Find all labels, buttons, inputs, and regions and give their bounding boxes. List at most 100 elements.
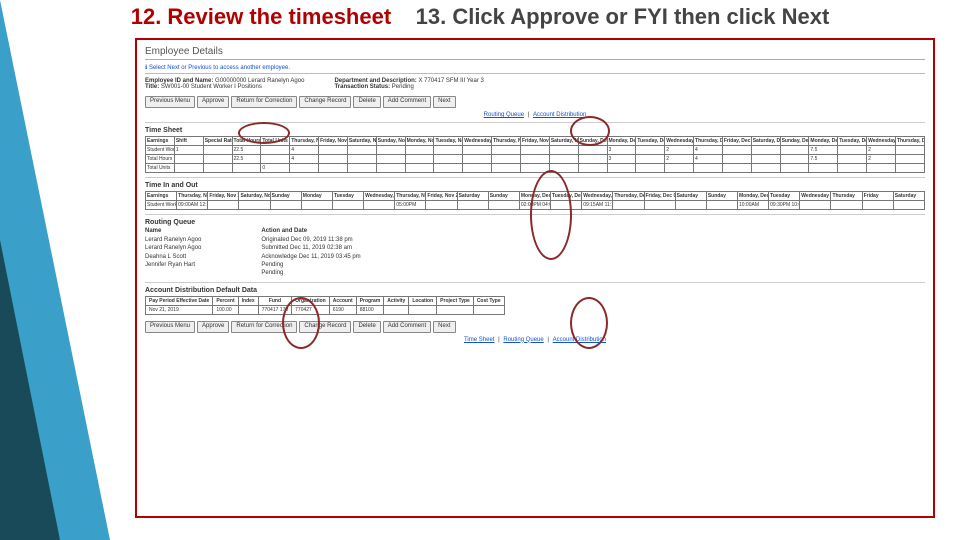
timesheet-table: EarningsShiftSpecial RateTotal Hours Tota…	[145, 136, 925, 173]
next-button[interactable]: Next	[433, 321, 455, 333]
info-banner: ℹ Select Next or Previous to access anot…	[145, 64, 925, 74]
col-header: Tuesday, Dec 03, 2019	[636, 136, 665, 145]
col-header: Friday, Dec 06, 2019	[722, 136, 751, 145]
change-record-button[interactable]: Change Record	[299, 96, 351, 108]
col-header: Wednesday, Nov 27, 2019	[463, 136, 492, 145]
approve-button[interactable]: Approve	[197, 96, 229, 108]
col-header: Saturday	[457, 191, 488, 200]
add-comment-button[interactable]: Add Comment	[383, 96, 431, 108]
change-record-button[interactable]: Change Record	[299, 321, 351, 333]
routing-action-header: Action and Date	[261, 228, 360, 234]
col-header: Monday, Dec 09, 2019	[809, 136, 838, 145]
col-header: Thursday, Nov 28, 2019	[395, 191, 426, 200]
return-for-correction-button[interactable]: Return for Correction	[231, 96, 297, 108]
col-header: Thursday, Dec 05, 2019	[694, 136, 723, 145]
routing-action: Originated Dec 09, 2019 11:38 pm	[261, 236, 360, 244]
col-header: Monday, Dec 02, 2019	[607, 136, 636, 145]
accent-triangle-dark	[0, 240, 60, 540]
col-header: Shift	[174, 136, 203, 145]
col-header: Tuesday, Dec 03, 2019	[551, 191, 582, 200]
routing-name: Jennifer Ryan Hart	[145, 261, 201, 269]
col-header: Sunday, Dec 08, 2019	[780, 136, 809, 145]
link-routing-queue[interactable]: Routing Queue	[484, 112, 524, 118]
routing-name: Lerard Ranelyn Agoo	[145, 244, 201, 252]
status-value: Pending	[392, 84, 414, 90]
emp-title-value: SW001-00 Student Worker I Positions	[161, 84, 262, 90]
col-header: Friday, Dec 06, 2019	[644, 191, 675, 200]
link-routing-queue-b[interactable]: Routing Queue	[503, 337, 543, 343]
col-header: Thursday, Nov 28, 2019	[492, 136, 521, 145]
delete-button[interactable]: Delete	[353, 321, 380, 333]
acct-dist-table: Pay Period Effective DatePercentIndexFun…	[145, 296, 505, 315]
col-header: Wednesday, Dec 04, 2019	[582, 191, 613, 200]
return-for-correction-button[interactable]: Return for Correction	[231, 321, 297, 333]
routing-action: Pending	[261, 261, 360, 269]
routing-action: Submitted Dec 11, 2019 02:38 am	[261, 244, 360, 252]
action-buttons-bottom: Previous MenuApproveReturn for Correctio…	[145, 321, 925, 333]
page-title: Employee Details	[145, 46, 925, 60]
timeinout-table: EarningsThursday, Nov 21, 2019Friday, No…	[145, 191, 925, 210]
add-comment-button[interactable]: Add Comment	[383, 321, 431, 333]
col-header: Thursday, Nov 21, 2019	[290, 136, 319, 145]
col-header: Sunday	[270, 191, 301, 200]
routing-name-header: Name	[145, 228, 201, 234]
col-header: Earnings	[146, 136, 175, 145]
col-header: Tuesday, Dec 10, 2019	[838, 136, 867, 145]
col-header: Sunday	[488, 191, 519, 200]
routing-action: Pending	[261, 269, 360, 277]
slide-title: 12. Review the timesheet 13. Click Appro…	[0, 4, 960, 30]
routing-queue-block: Name Lerard Ranelyn AgooLerard Ranelyn Ag…	[145, 228, 925, 278]
routing-action: Acknowledge Dec 11, 2019 03:45 pm	[261, 253, 360, 261]
col-header: Tuesday	[332, 191, 363, 200]
next-button[interactable]: Next	[433, 96, 455, 108]
table-row: Total Units0	[146, 163, 925, 172]
col-header: Friday, Nov 22, 2019	[319, 136, 348, 145]
table-row: Student Worker Pay122.543247.52	[146, 145, 925, 154]
timeinout-label: Time In and Out	[145, 182, 925, 189]
quick-links-bottom: Time Sheet | Routing Queue | Account Dis…	[145, 337, 925, 343]
col-header: Friday	[862, 191, 893, 200]
screenshot-frame: Employee Details ℹ Select Next or Previo…	[135, 38, 935, 518]
col-header: Wednesday	[800, 191, 831, 200]
emp-title-label: Title:	[145, 84, 159, 90]
link-account-distribution[interactable]: Account Distribution	[533, 112, 586, 118]
quick-links-top: Routing Queue | Account Distribution	[145, 112, 925, 118]
col-header: Friday, Nov 29, 2019	[520, 136, 549, 145]
col-header: Thursday, Dec 12, 2019	[895, 136, 924, 145]
col-header: Monday, Dec 02, 2019	[519, 191, 550, 200]
col-header: Friday, Nov 29, 2019	[426, 191, 457, 200]
delete-button[interactable]: Delete	[353, 96, 380, 108]
link-time-sheet[interactable]: Time Sheet	[464, 337, 494, 343]
timesheet-label: Time Sheet	[145, 127, 925, 134]
col-header: Special Rate	[203, 136, 232, 145]
acct-label: Account Distribution Default Data	[145, 287, 925, 294]
col-header: Sunday, Nov 24, 2019	[376, 136, 405, 145]
link-account-distribution-b[interactable]: Account Distribution	[553, 337, 606, 343]
col-header: Wednesday, Nov 27, 2019	[364, 191, 395, 200]
col-header: Saturday	[893, 191, 924, 200]
previous-menu-button[interactable]: Previous Menu	[145, 96, 195, 108]
col-header: Wednesday, Dec 11, 2019	[867, 136, 896, 145]
previous-menu-button[interactable]: Previous Menu	[145, 321, 195, 333]
status-label: Transaction Status:	[334, 84, 390, 90]
col-header: Monday, Nov 25, 2019	[405, 136, 434, 145]
step-13-title: 13. Click Approve or FYI then click Next	[416, 4, 830, 29]
routing-name: Lerard Ranelyn Agoo	[145, 236, 201, 244]
col-header: Saturday, Nov 30, 2019	[549, 136, 578, 145]
routing-name: Deahna L Scott	[145, 253, 201, 261]
table-row: Total Hours22.543247.52	[146, 154, 925, 163]
col-header: Monday, Dec 09, 2019	[737, 191, 768, 200]
col-header: Saturday, Dec 07, 2019	[751, 136, 780, 145]
employee-info: Employee ID and Name: G00000000 Lerard R…	[145, 78, 925, 90]
col-header: Saturday	[675, 191, 706, 200]
step-12-title: 12. Review the timesheet	[131, 4, 391, 29]
col-header: Thursday, Nov 21, 2019	[177, 191, 208, 200]
col-header: Thursday	[831, 191, 862, 200]
routing-label: Routing Queue	[145, 219, 925, 226]
col-header: Saturday, Nov 23, 2019	[347, 136, 376, 145]
col-header: Total Hours	[232, 136, 261, 145]
col-header: Sunday, Dec 01, 2019	[578, 136, 607, 145]
col-header: Sunday	[706, 191, 737, 200]
approve-button[interactable]: Approve	[197, 321, 229, 333]
table-row: Student Worker Pay09:00AM 12:30PM 01:00P…	[146, 200, 925, 209]
